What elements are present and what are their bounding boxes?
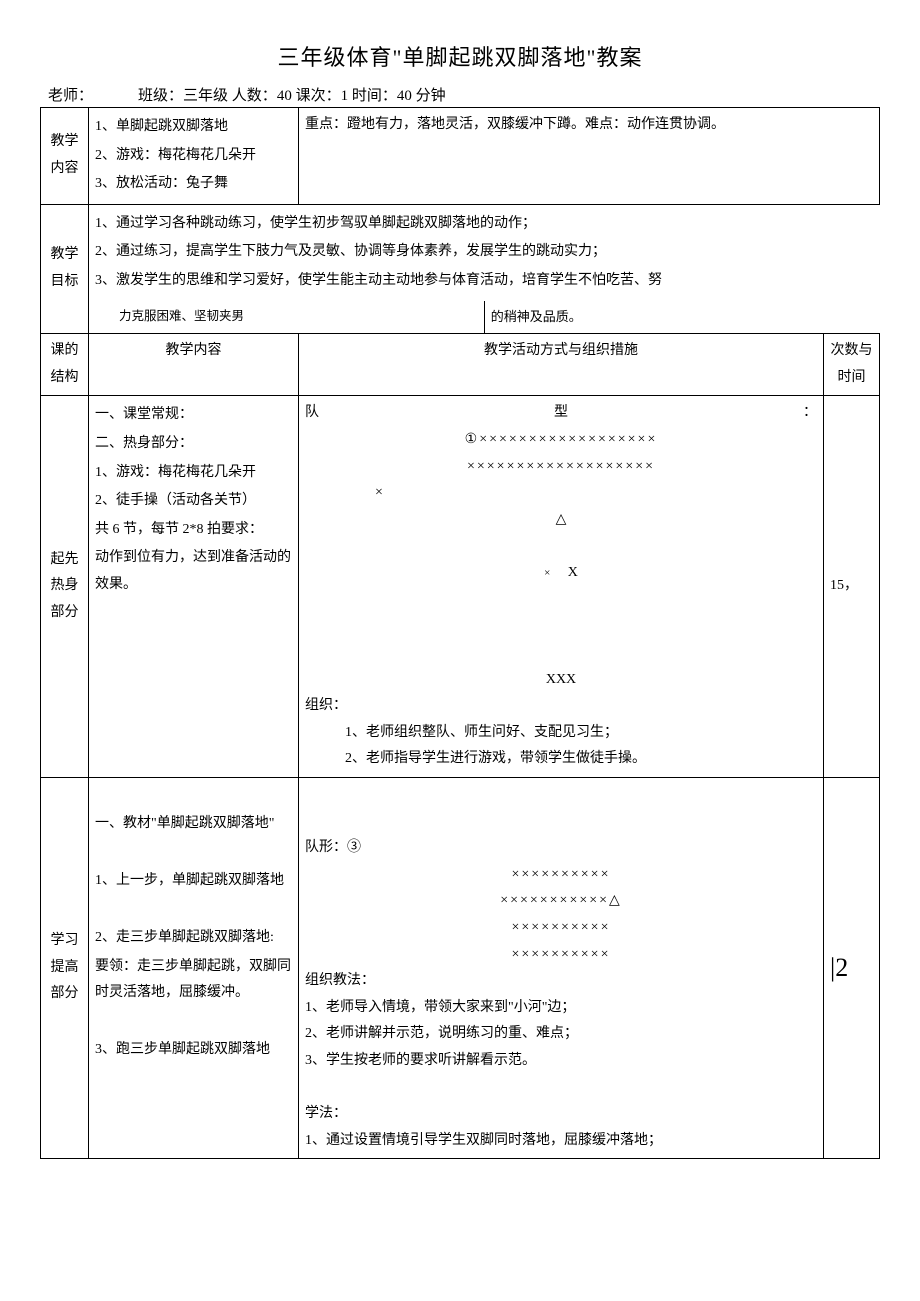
session-value: 1 — [341, 88, 349, 104]
teach-goals: 1、通过学习各种跳动练习，使学生初步驾驭单脚起跳双脚落地的动作； 2、通过练习，… — [89, 204, 880, 333]
formation-row: ①×××××××××××××××××× — [305, 427, 817, 454]
warmup-line: 动作到位有力，达到准备活动的效果。 — [95, 545, 292, 598]
keypoint: 重点：蹬地有力，落地灵活，双膝缓冲下蹲。难点：动作连贯协调。 — [299, 108, 880, 205]
time-value: 40 分钟 — [397, 88, 446, 104]
content-item: 1、单脚起跳双脚落地 — [95, 114, 292, 141]
count-label: 人数： — [232, 88, 277, 104]
goal-item-tail2: 的稍神及品质。 — [491, 309, 582, 324]
method-item: 1、老师导入情境，带领大家来到"小河"边； — [305, 995, 817, 1022]
x-small-row: × X — [305, 560, 817, 587]
time-label: 时间： — [352, 88, 397, 104]
method-item: 2、老师讲解并示范，说明练习的重、难点； — [305, 1021, 817, 1048]
learn-activity: 队形：③ ×××××××××× ×××××××××××△ ×××××××××× … — [299, 777, 824, 1158]
warmup-content: 一、课堂常规： 二、热身部分： 1、游戏：梅花梅花几朵开 2、徒手操（活动各关节… — [89, 396, 299, 778]
formation-row: ×××××××××× — [305, 942, 817, 969]
page-title: 三年级体育"单脚起跳双脚落地"教案 — [40, 40, 880, 72]
org-label: 组织： — [305, 693, 817, 720]
learn-line: 一、教材"单脚起跳双脚落地" — [95, 811, 292, 838]
goal-item: 2、通过练习，提高学生下肢力气及灵敏、协调等身体素养，发展学生的跳动实力； — [95, 239, 874, 266]
session-label: 课次： — [296, 88, 341, 104]
formation-row: ××××××××××××××××××× — [305, 454, 817, 481]
learn-line: 3、跑三步单脚起跳双脚落地 — [95, 1037, 292, 1064]
formation-row: ×××××××××× — [305, 915, 817, 942]
label-warmup: 起先热身部分 — [41, 396, 89, 778]
content-item: 3、放松活动：兔子舞 — [95, 171, 292, 198]
goal-item: 1、通过学习各种跳动练习，使学生初步驾驭单脚起跳双脚落地的动作； — [95, 211, 874, 238]
warmup-line: 2、徒手操（活动各关节） — [95, 488, 292, 515]
study-item: 1、通过设置情境引导学生双脚同时落地，屈膝缓冲落地； — [305, 1128, 817, 1155]
header-col4: 次数与时间 — [824, 334, 880, 396]
learn-line: 1、上一步，单脚起跳双脚落地 — [95, 868, 292, 895]
formation-label: 队形：③ — [305, 835, 817, 862]
content-item: 2、游戏：梅花梅花几朵开 — [95, 143, 292, 170]
method-label: 组织教法： — [305, 968, 817, 995]
label-teach-goal: 教学目标 — [41, 204, 89, 333]
learn-line: 2、走三步单脚起跳双脚落地: — [95, 925, 292, 952]
header-col2: 教学内容 — [89, 334, 299, 396]
teach-content-list: 1、单脚起跳双脚落地 2、游戏：梅花梅花几朵开 3、放松活动：兔子舞 — [89, 108, 299, 205]
formation-colon: ： — [803, 400, 817, 427]
formation-row: ×××××××××× — [305, 862, 817, 889]
label-learn: 学习提高部分 — [41, 777, 89, 1158]
org-item: 2、老师指导学生进行游戏，带领学生做徒手操。 — [305, 746, 817, 773]
study-label: 学法： — [305, 1101, 817, 1128]
meta-line: 老师： 班级：三年级 人数：40 课次：1 时间：40 分钟 — [40, 84, 880, 105]
class-value: 三年级 — [183, 88, 228, 104]
warmup-line: 共 6 节，每节 2*8 拍要求： — [95, 517, 292, 544]
teacher-label: 老师： — [48, 88, 93, 104]
warmup-time: 15， — [824, 396, 880, 778]
header-col3: 教学活动方式与组织措施 — [299, 334, 824, 396]
learn-content: 一、教材"单脚起跳双脚落地" 1、上一步，单脚起跳双脚落地 2、走三步单脚起跳双… — [89, 777, 299, 1158]
warmup-line: 二、热身部分： — [95, 431, 292, 458]
xxx-row: XXX — [305, 667, 817, 694]
lesson-plan-table: 教学内容 1、单脚起跳双脚落地 2、游戏：梅花梅花几朵开 3、放松活动：兔子舞 … — [40, 107, 880, 1159]
goal-item: 3、激发学生的思维和学习爱好，使学生能主动主动地参与体育活动，培育学生不怕吃苦、… — [95, 268, 874, 295]
class-label: 班级： — [138, 88, 183, 104]
learn-time: |2 — [824, 777, 880, 1158]
warmup-line: 一、课堂常规： — [95, 402, 292, 429]
label-teach-content: 教学内容 — [41, 108, 89, 205]
count-value: 40 — [277, 88, 292, 104]
org-item: 1、老师组织整队、师生问好、支配见习生； — [305, 720, 817, 747]
header-struct: 课的结构 — [41, 334, 89, 396]
learn-line: 要领：走三步单脚起跳，双脚同时灵活落地，屈膝缓冲。 — [95, 954, 292, 1007]
formation-label2: 型 — [554, 400, 568, 427]
formation-row: ×××××××××××△ — [305, 888, 817, 915]
x-alone: × — [305, 480, 817, 507]
warmup-activity: 队 型 ： ①×××××××××××××××××× ××××××××××××××… — [299, 396, 824, 778]
formation-num: ① — [465, 432, 480, 447]
goal-item-tail: 力克服困难、坚韧夹男 — [95, 305, 478, 329]
triangle-icon: △ — [305, 507, 817, 534]
formation-label: 队 — [305, 400, 319, 427]
method-item: 3、学生按老师的要求听讲解看示范。 — [305, 1048, 817, 1075]
warmup-line: 1、游戏：梅花梅花几朵开 — [95, 460, 292, 487]
